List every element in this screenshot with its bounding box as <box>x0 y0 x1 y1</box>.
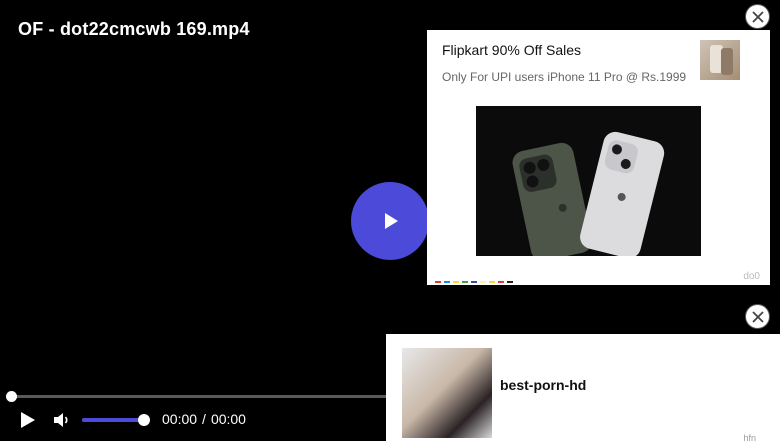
ad-product-image[interactable] <box>476 106 701 256</box>
ad-thumbnail[interactable] <box>700 40 740 80</box>
current-time: 00:00 <box>162 411 198 427</box>
ad-overlay-top[interactable]: Flipkart 90% Off Sales Only For UPI user… <box>427 30 770 285</box>
volume-slider[interactable] <box>82 414 150 426</box>
close-ad-top-button[interactable] <box>745 4 770 29</box>
ad-thumbnail[interactable] <box>402 348 492 438</box>
time-display: 00:00 / 00:00 <box>162 411 246 427</box>
play-icon <box>21 412 35 428</box>
ad-title[interactable]: best-porn-hd <box>500 377 586 393</box>
play-icon <box>385 213 398 229</box>
close-icon <box>751 10 764 23</box>
ad-overlay-bottom[interactable]: best-porn-hd hfn <box>386 334 780 441</box>
progress-handle[interactable] <box>6 391 17 402</box>
phone-product-icon <box>476 106 701 256</box>
close-icon <box>751 310 764 323</box>
ad-tag: do0 <box>743 271 760 282</box>
volume-handle[interactable] <box>138 414 150 426</box>
close-ad-bottom-button[interactable] <box>745 304 770 329</box>
volume-icon <box>54 413 68 427</box>
phone-thumbnail-icon <box>710 45 733 75</box>
volume-fill <box>82 414 150 426</box>
ad-subtitle[interactable]: Only For UPI users iPhone 11 Pro @ Rs.19… <box>442 70 686 84</box>
time-separator: / <box>202 411 206 427</box>
video-title: OF - dot22cmcwb 169.mp4 <box>18 19 250 39</box>
ad-title[interactable]: Flipkart 90% Off Sales <box>442 42 581 58</box>
big-play-button[interactable] <box>351 182 429 260</box>
duration: 00:00 <box>210 411 246 427</box>
play-button[interactable] <box>14 407 40 433</box>
ad-tag: hfn <box>743 433 756 441</box>
ad-color-strip <box>435 281 525 283</box>
volume-button[interactable] <box>50 407 74 433</box>
